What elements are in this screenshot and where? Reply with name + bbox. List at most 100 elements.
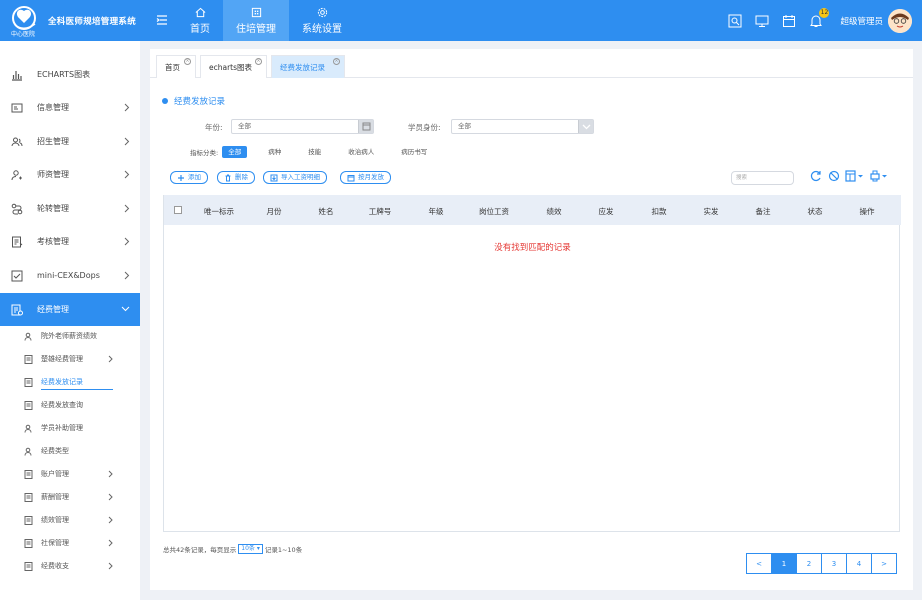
tab-echarts[interactable]: echarts图表 × bbox=[200, 55, 267, 78]
column-header[interactable]: 应发 bbox=[584, 206, 628, 217]
column-header[interactable]: 唯一标示 bbox=[189, 206, 249, 217]
trash-icon bbox=[225, 174, 231, 181]
sidebar-item-label: 经费管理 bbox=[37, 305, 69, 314]
sidebar-item-funding[interactable]: 经费管理 bbox=[0, 293, 140, 326]
sidebar-subitem-salary[interactable]: 薪酬管理 bbox=[0, 487, 140, 507]
app-logo[interactable]: 全科医师规培管理系统 中心医院 bbox=[10, 5, 145, 38]
tab-bar: 首页 × echarts图表 × 经费发放记录 × bbox=[150, 49, 913, 78]
sidebar-item-label: 轮转管理 bbox=[37, 204, 69, 213]
sidebar-subitem-label: 薪酬管理 bbox=[41, 493, 69, 501]
identity-select[interactable]: 全部 bbox=[451, 119, 594, 134]
page-button[interactable]: 4 bbox=[846, 553, 872, 574]
column-header[interactable]: 状态 bbox=[793, 206, 837, 217]
sidebar-item-info[interactable]: 信息管理 bbox=[0, 91, 140, 124]
add-button-label: 添加 bbox=[188, 173, 201, 181]
column-header[interactable]: 备注 bbox=[741, 206, 785, 217]
user-name[interactable]: 超级管理员 bbox=[840, 15, 883, 27]
sidebar-subitem-social-security[interactable]: 社保管理 bbox=[0, 533, 140, 553]
data-table: 唯一标示 月份 姓名 工牌号 年级 岗位工资 绩效 应发 扣款 实发 备注 状态… bbox=[163, 195, 901, 532]
sidebar-item-exam[interactable]: 考核管理 bbox=[0, 225, 140, 258]
export-icon[interactable] bbox=[869, 169, 889, 183]
avatar[interactable] bbox=[888, 8, 912, 33]
category-chip[interactable]: 收治病人 bbox=[342, 146, 380, 158]
teacher-icon bbox=[11, 169, 22, 180]
sidebar-subitem-funding-records[interactable]: 经费发放记录 bbox=[0, 372, 140, 392]
identity-value: 全部 bbox=[458, 122, 471, 130]
calendar-button[interactable] bbox=[358, 120, 373, 133]
prev-page-button[interactable]: < bbox=[746, 553, 772, 574]
column-header[interactable]: 工牌号 bbox=[356, 206, 404, 217]
sidebar-subitem-label: 楚雄经费管理 bbox=[41, 355, 83, 363]
sidebar-subitem-funding-query[interactable]: 经费发放查询 bbox=[0, 395, 140, 415]
info-icon bbox=[11, 103, 23, 112]
sidebar-item-enrollment[interactable]: 招生管理 bbox=[0, 125, 140, 158]
tab-label: 经费发放记录 bbox=[280, 62, 325, 72]
sidebar-item-label: 招生管理 bbox=[37, 137, 69, 146]
category-chip[interactable]: 病种 bbox=[262, 146, 287, 158]
column-header[interactable]: 扣款 bbox=[637, 206, 681, 217]
column-header[interactable]: 操作 bbox=[845, 206, 889, 217]
pagination-info: 总共42条记录，每页显示 10条 ▾ 记录1~10条 bbox=[163, 544, 302, 554]
chevron-right-icon bbox=[108, 539, 113, 547]
next-page-button[interactable]: > bbox=[871, 553, 897, 574]
page-button[interactable]: 2 bbox=[796, 553, 822, 574]
monitor-icon[interactable] bbox=[755, 14, 769, 28]
import-salary-button[interactable]: 导入工资明细 bbox=[263, 171, 327, 184]
sidebar-item-echarts[interactable]: ECHARTS图表 bbox=[0, 58, 140, 91]
page-button[interactable]: 1 bbox=[771, 553, 797, 574]
search-icon[interactable] bbox=[728, 14, 742, 28]
category-chip[interactable]: 技能 bbox=[302, 146, 327, 158]
plus-icon bbox=[178, 174, 184, 181]
sidebar-subitem-external-teacher-salary[interactable]: 院外老师薪资绩效 bbox=[0, 326, 140, 346]
year-field[interactable]: 全部 bbox=[231, 119, 374, 134]
sidebar-subitem-income-expense[interactable]: 经费收支 bbox=[0, 556, 140, 576]
column-header[interactable]: 月份 bbox=[252, 206, 296, 217]
add-button[interactable]: 添加 bbox=[170, 171, 208, 184]
doc-icon bbox=[24, 492, 33, 502]
tab-home[interactable]: 首页 × bbox=[156, 55, 196, 78]
column-header[interactable]: 绩效 bbox=[532, 206, 576, 217]
nav-training[interactable]: 住培管理 bbox=[223, 0, 289, 41]
close-icon[interactable]: × bbox=[184, 58, 191, 65]
delete-button[interactable]: 删除 bbox=[217, 171, 255, 184]
sidebar-subitem-chuxiong-funding[interactable]: 楚雄经费管理 bbox=[0, 349, 140, 369]
page-size-select[interactable]: 10条 ▾ bbox=[238, 544, 263, 554]
page-button[interactable]: 3 bbox=[821, 553, 847, 574]
sidebar-item-minicex[interactable]: mini-CEX&Dops bbox=[0, 259, 140, 292]
user-icon bbox=[24, 447, 32, 456]
total-records-text: 总共42条记录，每页显示 bbox=[163, 546, 237, 554]
sidebar-subitem-label: 学员补助管理 bbox=[41, 424, 83, 432]
search-input[interactable]: 搜索 bbox=[731, 171, 794, 185]
toggle-view-icon[interactable] bbox=[827, 169, 841, 183]
calendar-icon[interactable] bbox=[782, 14, 796, 28]
column-header[interactable]: 姓名 bbox=[304, 206, 348, 217]
column-header[interactable]: 年级 bbox=[414, 206, 458, 217]
sidebar-subitem-account[interactable]: 账户管理 bbox=[0, 464, 140, 484]
doc-icon bbox=[24, 561, 33, 571]
category-chip[interactable]: 病历书写 bbox=[395, 146, 433, 158]
sidebar-subitem-performance[interactable]: 绩效管理 bbox=[0, 510, 140, 530]
nav-settings-label: 系统设置 bbox=[302, 23, 342, 35]
doc-icon bbox=[24, 354, 33, 364]
nav-settings[interactable]: 系统设置 bbox=[289, 0, 355, 41]
refresh-icon[interactable] bbox=[809, 169, 823, 183]
sidebar-subitem-student-subsidy[interactable]: 学员补助管理 bbox=[0, 418, 140, 438]
columns-icon[interactable] bbox=[845, 169, 865, 183]
close-icon[interactable]: × bbox=[255, 58, 262, 65]
delete-button-label: 删除 bbox=[235, 173, 248, 181]
sidebar-subitem-funding-type[interactable]: 经费类型 bbox=[0, 441, 140, 461]
column-header[interactable]: 岗位工资 bbox=[466, 206, 522, 217]
import-icon bbox=[270, 174, 278, 181]
notification-button[interactable]: 12 bbox=[809, 7, 830, 28]
select-all-checkbox[interactable] bbox=[174, 206, 182, 214]
monthly-issue-button[interactable]: 按月发放 bbox=[340, 171, 391, 184]
close-icon[interactable]: × bbox=[333, 58, 340, 65]
nav-home[interactable]: 首页 bbox=[177, 0, 223, 41]
dropdown-button[interactable] bbox=[578, 120, 593, 133]
tab-funding-records[interactable]: 经费发放记录 × bbox=[271, 55, 345, 78]
menu-toggle-icon[interactable] bbox=[156, 14, 168, 26]
column-header[interactable]: 实发 bbox=[689, 206, 733, 217]
category-chip[interactable]: 全部 bbox=[222, 146, 248, 158]
sidebar-item-rotation[interactable]: 轮转管理 bbox=[0, 192, 140, 225]
sidebar-item-teachers[interactable]: 师资管理 bbox=[0, 158, 140, 191]
